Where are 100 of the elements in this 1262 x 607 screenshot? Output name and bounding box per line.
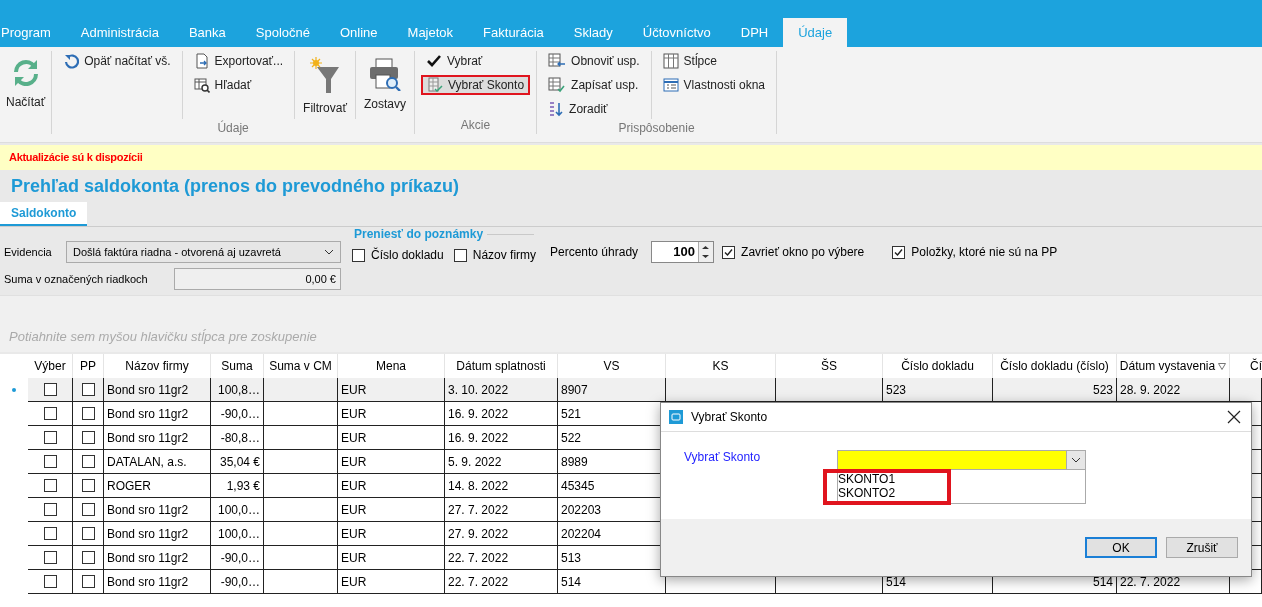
- close-icon: [1227, 410, 1241, 424]
- group-legend: Preniesť do poznámky: [354, 227, 484, 241]
- table-row[interactable]: Bond sro 11gr2 100,8… EUR 3. 10. 2022 8907 523 523 28. 9. 2022: [0, 378, 1262, 402]
- ribbon-button[interactable]: Filtrovať: [301, 53, 349, 119]
- ribbon-button[interactable]: Opäť načítať vš.: [58, 51, 176, 71]
- ribbon-button[interactable]: Stĺpce: [657, 51, 770, 71]
- table-cell: 1,93 €: [211, 474, 264, 498]
- field-label: Suma v označených riadkoch: [4, 273, 148, 285]
- checkbox[interactable]: [453, 248, 467, 262]
- page-title: Prehľad saldokonta (prenos do prevodného príkazu): [10, 175, 460, 198]
- field-label: Evidencia: [4, 246, 52, 258]
- checkbox-label: Číslo dokladu: [371, 248, 444, 262]
- row-checkbox[interactable]: [81, 551, 95, 564]
- table-cell: 16. 9. 2022: [445, 426, 558, 450]
- table-cell: 28. 9. 2022: [1117, 378, 1230, 402]
- undo-icon: [63, 53, 80, 69]
- row-checkbox[interactable]: [81, 431, 95, 444]
- row-checkbox[interactable]: [43, 431, 57, 444]
- grid-check-icon: [426, 77, 443, 93]
- ribbon-button[interactable]: Vlastnosti okna: [657, 75, 770, 95]
- table-cell: -90,0…: [211, 570, 264, 594]
- row-checkbox[interactable]: [43, 407, 57, 420]
- ribbon-button[interactable]: Zoradiť: [543, 99, 645, 119]
- row-checkbox[interactable]: [81, 575, 95, 588]
- ribbon-button[interactable]: Zostavy: [361, 53, 408, 115]
- table-cell: EUR: [338, 378, 445, 402]
- table-check-icon: [548, 77, 567, 93]
- row-checkbox[interactable]: [43, 383, 57, 396]
- table-cell: EUR: [338, 450, 445, 474]
- chevron-down-icon: [324, 249, 334, 255]
- row-checkbox[interactable]: [81, 455, 95, 468]
- table-arrow-icon: [548, 53, 567, 69]
- table-cell: 3. 10. 2022: [445, 378, 558, 402]
- chevron-down-icon: [1071, 457, 1081, 463]
- ribbon-button[interactable]: Zapísať usp.: [543, 75, 645, 95]
- dropdown-option[interactable]: SKONTO1: [838, 471, 947, 487]
- skonto-dropdown[interactable]: [837, 450, 1086, 470]
- export-icon: [193, 53, 210, 69]
- table-cell: EUR: [338, 522, 445, 546]
- window-props-icon: [662, 77, 679, 93]
- ribbon-button[interactable]: Načítať: [4, 53, 48, 113]
- table-cell: Bond sro 11gr2: [104, 570, 211, 594]
- table-cell: Bond sro 11gr2: [104, 426, 211, 450]
- group-label: Prispôsobenie: [618, 121, 695, 135]
- group-label: Údaje: [217, 121, 249, 135]
- column-header[interactable]: Dátum vystavenia: [1117, 354, 1230, 378]
- table-cell: ROGER: [104, 474, 211, 498]
- check-icon: [425, 53, 442, 69]
- table-cell: 27. 7. 2022: [445, 498, 558, 522]
- printer-icon: [367, 57, 402, 91]
- ribbon-button[interactable]: Obnoviť usp.: [543, 51, 645, 71]
- close-button[interactable]: [1227, 410, 1241, 424]
- table-cell: Bond sro 11gr2: [104, 402, 211, 426]
- table-cell: 22. 7. 2022: [445, 570, 558, 594]
- checkbox[interactable]: [722, 245, 736, 259]
- percent-spinner[interactable]: 100: [651, 241, 715, 263]
- ribbon-button[interactable]: Vybrať Skonto: [420, 75, 531, 95]
- table-cell: 100,0…: [211, 498, 264, 522]
- cancel-button[interactable]: Zrušiť: [1166, 537, 1238, 558]
- table-cell: 5. 9. 2022: [445, 450, 558, 474]
- field-label: Percento úhrady: [550, 245, 639, 259]
- row-checkbox[interactable]: [43, 575, 57, 588]
- table-cell: EUR: [338, 474, 445, 498]
- row-checkbox[interactable]: [81, 407, 95, 420]
- dialog-title: Vybrať Skonto: [691, 410, 769, 424]
- checkbox[interactable]: [892, 245, 906, 259]
- ok-button[interactable]: OK: [1085, 537, 1157, 558]
- row-checkbox[interactable]: [43, 479, 57, 492]
- table-cell: Bond sro 11gr2: [104, 522, 211, 546]
- row-checkbox[interactable]: [81, 479, 95, 492]
- table-cell: 8907: [558, 378, 666, 402]
- ribbon-button[interactable]: Exportovať...: [188, 51, 289, 71]
- group-by-hint: Potiahnite sem myšou hlavičku stĺpca pre zoskupenie: [9, 329, 317, 344]
- row-checkbox[interactable]: [43, 455, 57, 468]
- row-checkbox[interactable]: [43, 503, 57, 516]
- update-notice: Aktualizácie sú k dispozícii: [9, 151, 143, 163]
- dropdown-option[interactable]: SKONTO2: [838, 485, 947, 501]
- table-cell: 22. 7. 2022: [445, 546, 558, 570]
- table-cell: DATALAN, a.s.: [104, 450, 211, 474]
- table-cell: EUR: [338, 570, 445, 594]
- row-checkbox[interactable]: [43, 527, 57, 540]
- checkbox-label: Položky, ktoré nie sú na PP: [911, 245, 1058, 259]
- app-icon: [669, 410, 683, 424]
- row-checkbox[interactable]: [81, 527, 95, 540]
- sort-icon: [548, 101, 565, 117]
- table-cell: Bond sro 11gr2: [104, 546, 211, 570]
- checkbox-label: Zavrieť okno po výbere: [741, 245, 865, 259]
- sum-field: 0,00 €: [174, 268, 341, 290]
- filter-icon: [309, 57, 341, 95]
- row-checkbox[interactable]: [81, 503, 95, 516]
- field-label: Vybrať Skonto: [684, 450, 762, 464]
- ribbon-button[interactable]: Hľadať: [188, 75, 289, 95]
- checkbox[interactable]: [352, 248, 365, 262]
- table-cell: -90,0…: [211, 402, 264, 426]
- row-checkbox[interactable]: [43, 551, 57, 564]
- evidencia-dropdown[interactable]: Došlá faktúra riadna - otvorená aj uzavretá: [66, 241, 341, 263]
- table-cell: EUR: [338, 546, 445, 570]
- ribbon-button[interactable]: Vybrať: [420, 51, 531, 71]
- table-search-icon: [193, 77, 210, 93]
- row-checkbox[interactable]: [81, 383, 95, 396]
